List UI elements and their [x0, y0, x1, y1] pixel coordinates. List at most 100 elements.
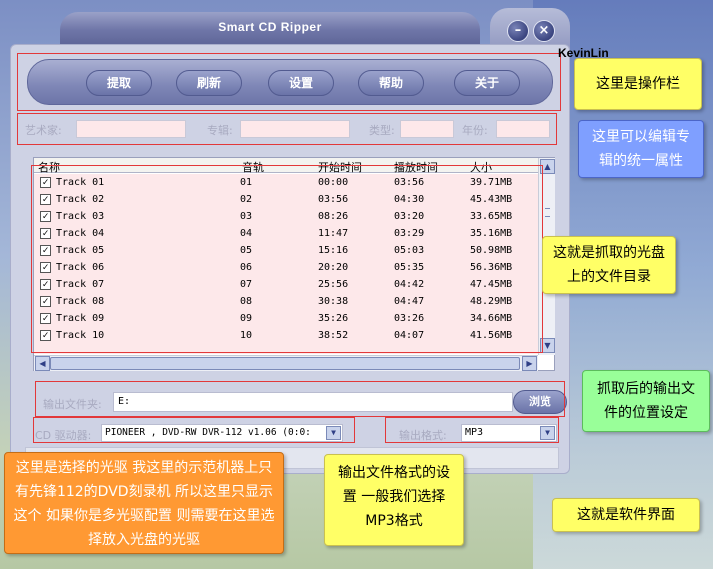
table-row[interactable]: ✓ Track 09 09 35:26 03:26 34.66MB	[34, 310, 538, 327]
track-checkbox[interactable]: ✓	[40, 296, 51, 307]
column-start[interactable]: 开始时间	[318, 159, 362, 175]
track-start-time: 25:56	[318, 279, 349, 290]
track-number: 03	[240, 211, 253, 222]
scroll-down-icon[interactable]: ▼	[540, 338, 555, 353]
table-row[interactable]: ✓ Track 02 02 03:56 04:30 45.43MB	[34, 191, 538, 208]
refresh-button[interactable]: 刷新	[176, 70, 242, 96]
track-name: Track 02	[56, 194, 105, 205]
track-duration: 04:47	[394, 296, 425, 307]
minimize-button[interactable]: –	[507, 20, 529, 42]
toolbar: 提取 刷新 设置 帮助 关于	[27, 59, 553, 105]
track-list-callout: 这就是抓取的光盘上的文件目录	[542, 236, 676, 294]
track-checkbox[interactable]: ✓	[40, 177, 51, 188]
track-duration: 03:29	[394, 228, 425, 239]
track-number: 02	[240, 194, 253, 205]
track-duration: 04:07	[394, 330, 425, 341]
drive-select[interactable]: PIONEER , DVD-RW DVR-112 v1.06 (0:0: ▼	[101, 424, 343, 442]
track-name: Track 07	[56, 279, 105, 290]
track-size: 50.98MB	[470, 245, 513, 256]
browse-button[interactable]: 浏览	[513, 390, 567, 414]
track-duration: 04:42	[394, 279, 425, 290]
track-size: 35.16MB	[470, 228, 513, 239]
column-duration[interactable]: 播放时间	[394, 159, 438, 175]
table-row[interactable]: ✓ Track 06 06 20:20 05:35 56.36MB	[34, 259, 538, 276]
table-row[interactable]: ✓ Track 05 05 15:16 05:03 50.98MB	[34, 242, 538, 259]
track-name: Track 03	[56, 211, 105, 222]
table-row[interactable]: ✓ Track 08 08 30:38 04:47 48.29MB	[34, 293, 538, 310]
year-label: 年份:	[462, 124, 488, 137]
output-folder-input[interactable]: E:	[113, 392, 513, 412]
horizontal-scrollbar[interactable]: ◀ ▶	[34, 355, 538, 371]
track-checkbox[interactable]: ✓	[40, 330, 51, 341]
rip-button[interactable]: 提取	[86, 70, 152, 96]
track-list: 名称 音轨 开始时间 播放时间 大小 ✓ Track 01 01 00:00 03:56…	[33, 157, 555, 371]
track-number: 01	[240, 177, 253, 188]
settings-button[interactable]: 设置	[268, 70, 334, 96]
scroll-up-icon[interactable]: ▲	[540, 159, 555, 174]
scroll-grip-icon	[545, 208, 550, 217]
window-callout: 这就是软件界面	[552, 498, 700, 532]
track-checkbox[interactable]: ✓	[40, 211, 51, 222]
track-size: 39.71MB	[470, 177, 513, 188]
table-row[interactable]: ✓ Track 04 04 11:47 03:29 35.16MB	[34, 225, 538, 242]
track-number: 05	[240, 245, 253, 256]
track-list-header: 名称 音轨 开始时间 播放时间 大小	[34, 158, 538, 175]
year-input[interactable]	[496, 120, 550, 138]
track-size: 41.56MB	[470, 330, 513, 341]
column-track[interactable]: 音轨	[242, 159, 264, 175]
track-name: Track 08	[56, 296, 105, 307]
genre-label: 类型:	[369, 124, 395, 137]
track-checkbox[interactable]: ✓	[40, 279, 51, 290]
artist-input[interactable]	[76, 120, 186, 138]
chevron-down-icon[interactable]: ▼	[326, 426, 341, 440]
album-input[interactable]	[240, 120, 350, 138]
track-size: 48.29MB	[470, 296, 513, 307]
horizontal-scroll-thumb[interactable]	[50, 357, 520, 370]
track-size: 47.45MB	[470, 279, 513, 290]
output-callout: 抓取后的输出文件的位置设定	[582, 370, 710, 432]
track-start-time: 03:56	[318, 194, 349, 205]
track-start-time: 20:20	[318, 262, 349, 273]
table-row[interactable]: ✓ Track 07 07 25:56 04:42 47.45MB	[34, 276, 538, 293]
table-row[interactable]: ✓ Track 10 10 38:52 04:07 41.56MB	[34, 327, 538, 344]
track-start-time: 08:26	[318, 211, 349, 222]
table-row[interactable]: ✓ Track 03 03 08:26 03:20 33.65MB	[34, 208, 538, 225]
column-name[interactable]: 名称	[38, 159, 60, 175]
track-size: 33.65MB	[470, 211, 513, 222]
drive-format-row: CD 驱动器: PIONEER , DVD-RW DVR-112 v1.06 (…	[31, 421, 561, 445]
track-checkbox[interactable]: ✓	[40, 262, 51, 273]
close-button[interactable]: ×	[533, 20, 555, 42]
scroll-right-icon[interactable]: ▶	[522, 356, 537, 371]
drive-value: PIONEER , DVD-RW DVR-112 v1.06 (0:0:	[105, 427, 311, 438]
track-duration: 03:56	[394, 177, 425, 188]
track-name: Track 01	[56, 177, 105, 188]
track-number: 10	[240, 330, 253, 341]
toolbar-callout: 这里是操作栏	[574, 58, 702, 110]
album-properties: 艺术家: 专辑: 类型: 年份:	[21, 113, 550, 143]
help-button[interactable]: 帮助	[358, 70, 424, 96]
window-frame: 提取 刷新 设置 帮助 关于 艺术家: 专辑: 类型: 年份: 名称 音轨 开始…	[10, 44, 570, 474]
track-name: Track 06	[56, 262, 105, 273]
track-checkbox[interactable]: ✓	[40, 194, 51, 205]
window-title[interactable]: Smart CD Ripper	[60, 12, 480, 48]
track-duration: 05:03	[394, 245, 425, 256]
track-checkbox[interactable]: ✓	[40, 245, 51, 256]
track-start-time: 00:00	[318, 177, 349, 188]
table-row[interactable]: ✓ Track 01 01 00:00 03:56 39.71MB	[34, 174, 538, 191]
chevron-down-icon[interactable]: ▼	[540, 426, 555, 440]
column-size[interactable]: 大小	[470, 159, 492, 175]
track-start-time: 38:52	[318, 330, 349, 341]
track-name: Track 05	[56, 245, 105, 256]
track-name: Track 10	[56, 330, 105, 341]
track-duration: 03:26	[394, 313, 425, 324]
genre-input[interactable]	[400, 120, 454, 138]
track-start-time: 35:26	[318, 313, 349, 324]
format-select[interactable]: MP3 ▼	[461, 424, 557, 442]
scroll-left-icon[interactable]: ◀	[35, 356, 50, 371]
drive-callout: 这里是选择的光驱 我这里的示范机器上只有先锋112的DVD刻录机 所以这里只显示…	[4, 452, 284, 554]
about-button[interactable]: 关于	[454, 70, 520, 96]
format-value: MP3	[465, 427, 484, 438]
track-checkbox[interactable]: ✓	[40, 313, 51, 324]
track-checkbox[interactable]: ✓	[40, 228, 51, 239]
track-size: 34.66MB	[470, 313, 513, 324]
